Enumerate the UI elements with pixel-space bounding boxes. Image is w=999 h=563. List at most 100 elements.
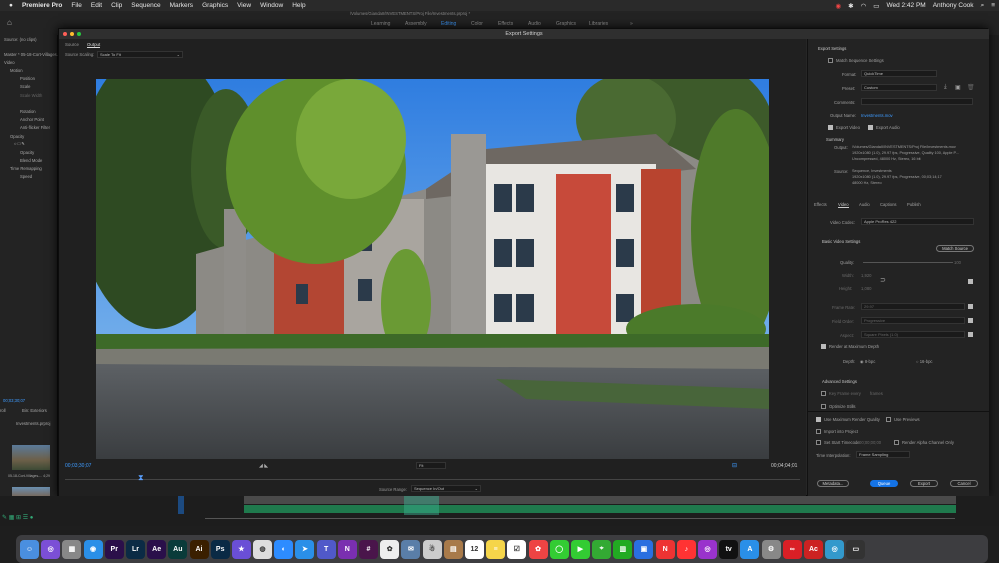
mask-tools[interactable]: ○ □ ✎ (14, 141, 25, 146)
user-name[interactable]: Anthony Cook (933, 2, 974, 9)
aspect-correction-icon[interactable]: ⊟ (732, 462, 737, 469)
render-alpha-checkbox[interactable] (894, 440, 899, 445)
dock-music-icon[interactable]: N (655, 539, 675, 559)
dock-photoshop-icon[interactable]: Ps (210, 539, 230, 559)
basic-video-header[interactable]: Basic Video Settings (822, 239, 860, 244)
tab-publish-export[interactable]: Publish (907, 202, 921, 207)
dock-trash-icon[interactable]: ▭ (846, 539, 866, 559)
quality-value[interactable]: 100 (954, 260, 961, 265)
track-target-toggle[interactable] (178, 496, 184, 514)
tab-learning[interactable]: Learning (371, 21, 390, 27)
dock-siri-icon[interactable]: ◎ (41, 539, 61, 559)
menu-graphics[interactable]: Graphics (202, 2, 228, 9)
tab-graphics[interactable]: Graphics (556, 21, 576, 27)
fx-scale-width[interactable]: Scale Width (20, 93, 42, 98)
wifi-icon[interactable]: ◠ (861, 2, 867, 10)
clip-thumbnail[interactable] (12, 445, 50, 470)
depth-16-radio[interactable]: ○ 16-bpc (916, 359, 933, 364)
time-interp-select[interactable]: Frame Sampling (856, 451, 910, 458)
preset-select[interactable]: Custom (861, 84, 937, 91)
dock-facetime-icon[interactable]: ◯ (549, 539, 569, 559)
height-value[interactable]: 1,080 (861, 286, 871, 291)
tab-source[interactable]: Source (65, 42, 79, 47)
clock[interactable]: Wed 2:42 PM (886, 2, 925, 9)
dock-reminders-icon[interactable]: ≡ (486, 539, 506, 559)
selected-clip-region[interactable] (404, 496, 439, 515)
save-preset-icon[interactable]: ⤓ (944, 84, 947, 91)
tab-output[interactable]: Output (87, 42, 101, 48)
source-scaling-select[interactable]: Scale To Fit ⌄ (97, 51, 183, 58)
control-center-icon[interactable]: ≡ (991, 2, 995, 9)
queue-button[interactable]: Queue (870, 480, 898, 487)
fx-anti-flicker[interactable]: Anti-flicker Filter (20, 125, 50, 130)
timeline-audio-track-1[interactable] (244, 505, 956, 513)
fx-time-remapping[interactable]: Time Remapping (10, 166, 42, 171)
optimize-stills-checkbox[interactable] (821, 404, 826, 409)
dock-network-icon[interactable]: Ac (803, 539, 823, 559)
dock-chrome-icon[interactable]: ◍ (253, 539, 273, 559)
dock-calendar-icon[interactable]: ▤ (443, 539, 463, 559)
menu-window[interactable]: Window (260, 2, 283, 9)
set-start-timecode-checkbox[interactable] (816, 440, 821, 445)
menu-markers[interactable]: Markers (170, 2, 193, 9)
render-max-depth-checkbox[interactable] (821, 344, 826, 349)
comments-input[interactable] (861, 98, 973, 105)
field-order-checkbox[interactable] (968, 318, 973, 323)
dock-downloads-icon[interactable]: ◎ (825, 539, 845, 559)
dock-safari-icon[interactable]: ◉ (83, 539, 103, 559)
fx-blend-mode[interactable]: Blend Mode (20, 158, 42, 163)
dock-audition-icon[interactable]: Au (168, 539, 188, 559)
output-name-link[interactable]: Investments.mov (861, 113, 893, 118)
aspect-checkbox[interactable] (968, 332, 973, 337)
dock-imovie-icon[interactable]: ★ (231, 539, 251, 559)
tab-effects-export[interactable]: Effects (814, 202, 827, 207)
aspect-select[interactable]: Square Pixels (1.0) (861, 331, 965, 338)
menu-clip[interactable]: Clip (111, 2, 122, 9)
frame-rate-select[interactable]: 29.97 (861, 303, 965, 310)
dock-onenote-icon[interactable]: N (337, 539, 357, 559)
dock-lightroom-icon[interactable]: Lr (125, 539, 145, 559)
tab-bin-exteriors[interactable]: Bin: Exteriors (22, 408, 47, 413)
dock-photos-icon[interactable]: ☑ (507, 539, 527, 559)
depth-8-radio[interactable]: ◉ 8-bpc (860, 359, 875, 364)
mark-in-out-icon[interactable]: ◢ ◣ (259, 463, 268, 469)
dock-preview-icon[interactable]: ✉ (401, 539, 421, 559)
zoom-select[interactable]: Fit (416, 462, 446, 469)
width-value[interactable]: 1,920 (861, 273, 871, 278)
fx-position[interactable]: Position (20, 76, 35, 81)
dock-maps-icon[interactable]: ▶ (570, 539, 590, 559)
tab-effects[interactable]: Effects (498, 21, 513, 27)
tab-audio[interactable]: Audio (528, 21, 541, 27)
scrub-track[interactable] (65, 479, 800, 480)
key-frame-checkbox[interactable] (821, 391, 826, 396)
battery-icon[interactable]: ▭ (873, 2, 879, 10)
match-source-button[interactable]: Match Source (936, 245, 974, 252)
advanced-settings-header[interactable]: Advanced Settings (822, 379, 857, 384)
menu-view[interactable]: View (237, 2, 251, 9)
timeline-tools-icon[interactable]: ✎ ▦ ⊞ ☰ ● (2, 514, 33, 521)
tab-editing[interactable]: Editing (441, 21, 456, 27)
export-audio-checkbox[interactable] (868, 125, 873, 130)
tab-roll[interactable]: roll (0, 408, 6, 413)
dock-keychain-icon[interactable]: ☃ (422, 539, 442, 559)
menu-file[interactable]: File (71, 2, 81, 9)
dock-photos-icon[interactable]: ✿ (380, 539, 400, 559)
frame-rate-checkbox[interactable] (968, 304, 973, 309)
width-height-override-checkbox[interactable] (968, 279, 973, 284)
timeline-scrollbar[interactable] (205, 518, 955, 519)
dock-numbers-icon[interactable]: ⌖ (592, 539, 612, 559)
app-menu[interactable]: Premiere Pro (22, 2, 62, 9)
more-workspaces-icon[interactable]: » (630, 21, 633, 27)
format-select[interactable]: QuickTime (861, 70, 937, 77)
playhead-icon[interactable]: ⧗ (138, 473, 144, 483)
close-window-icon[interactable] (63, 32, 67, 36)
start-timecode-value[interactable]: 00;00;00;00 (859, 440, 881, 445)
link-dimensions-icon[interactable]: ⊃ (880, 276, 886, 284)
delete-preset-icon[interactable]: 🗑 (967, 84, 975, 91)
playhead-timecode[interactable]: 00;03;30;07 (3, 398, 25, 403)
dock-premiere-pro-icon[interactable]: Pr (104, 539, 124, 559)
menu-sequence[interactable]: Sequence (131, 2, 160, 9)
dock-teams-icon[interactable]: T (316, 539, 336, 559)
dock-zoom-icon[interactable]: ◐ (274, 539, 294, 559)
menu-help[interactable]: Help (292, 2, 305, 9)
